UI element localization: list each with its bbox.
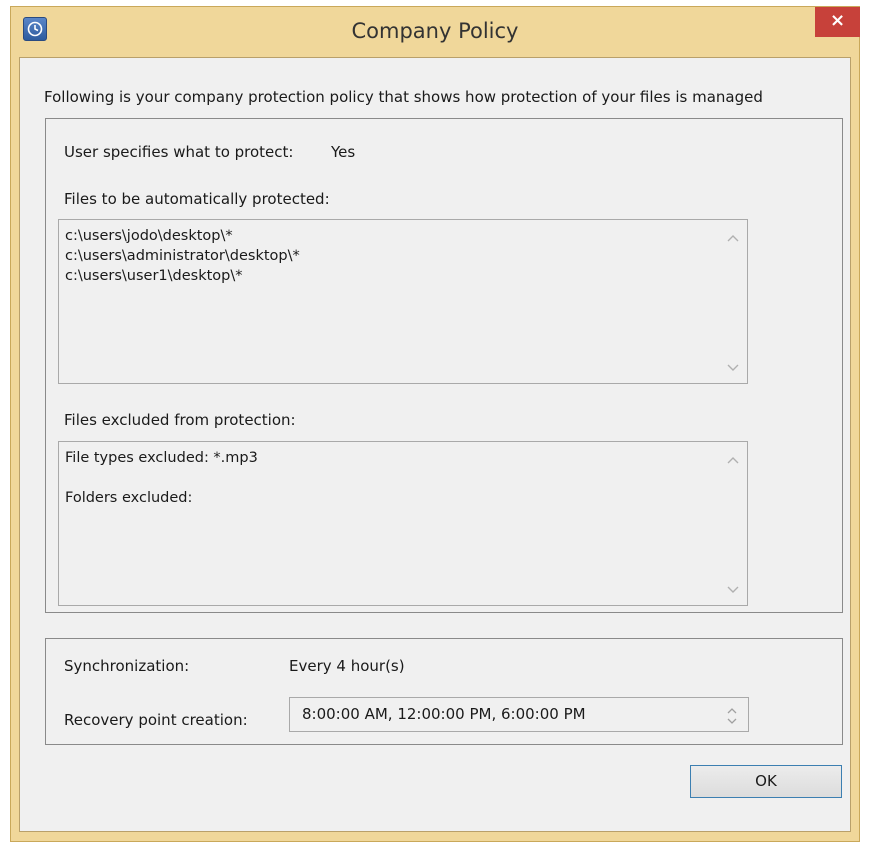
policy-group: User specifies what to protect: Yes File…: [45, 118, 843, 613]
synchronization-group: Synchronization: Every 4 hour(s) Recover…: [45, 638, 843, 745]
auto-protected-label: Files to be automatically protected:: [64, 190, 330, 208]
auto-protected-list[interactable]: c:\users\jodo\desktop\* c:\users\adminis…: [58, 219, 748, 384]
list-item[interactable]: c:\users\user1\desktop\*: [65, 266, 300, 286]
window-title: Company Policy: [351, 19, 519, 43]
intro-text: Following is your company protection pol…: [44, 88, 763, 106]
chevron-down-icon[interactable]: [725, 360, 741, 374]
recovery-point-value: 8:00:00 AM, 12:00:00 PM, 6:00:00 PM: [302, 705, 586, 723]
dialog-client-area: Following is your company protection pol…: [19, 57, 851, 832]
sync-label: Synchronization:: [64, 657, 190, 675]
list-item[interactable]: c:\users\jodo\desktop\*: [65, 226, 300, 246]
excluded-file-types: File types excluded: *.mp3: [65, 450, 258, 466]
ok-button[interactable]: OK: [690, 765, 842, 798]
sync-value: Every 4 hour(s): [289, 657, 405, 675]
user-specifies-label: User specifies what to protect:: [64, 143, 294, 161]
close-icon: ×: [829, 10, 846, 31]
excluded-folders: Folders excluded:: [65, 490, 193, 506]
chevron-up-icon[interactable]: [725, 232, 741, 246]
chevron-down-icon[interactable]: [725, 582, 741, 596]
excluded-list[interactable]: File types excluded: *.mp3 Folders exclu…: [58, 441, 748, 606]
close-button[interactable]: ×: [815, 7, 860, 37]
spin-arrows-icon[interactable]: [726, 706, 738, 726]
list-item[interactable]: c:\users\administrator\desktop\*: [65, 246, 300, 266]
excluded-label: Files excluded from protection:: [64, 411, 296, 429]
recovery-point-field[interactable]: 8:00:00 AM, 12:00:00 PM, 6:00:00 PM: [289, 697, 749, 732]
company-policy-window: Company Policy × Following is your compa…: [10, 6, 860, 842]
recovery-label: Recovery point creation:: [64, 711, 248, 729]
chevron-up-icon[interactable]: [725, 454, 741, 468]
user-specifies-value: Yes: [331, 143, 356, 161]
title-bar[interactable]: Company Policy ×: [11, 7, 860, 57]
